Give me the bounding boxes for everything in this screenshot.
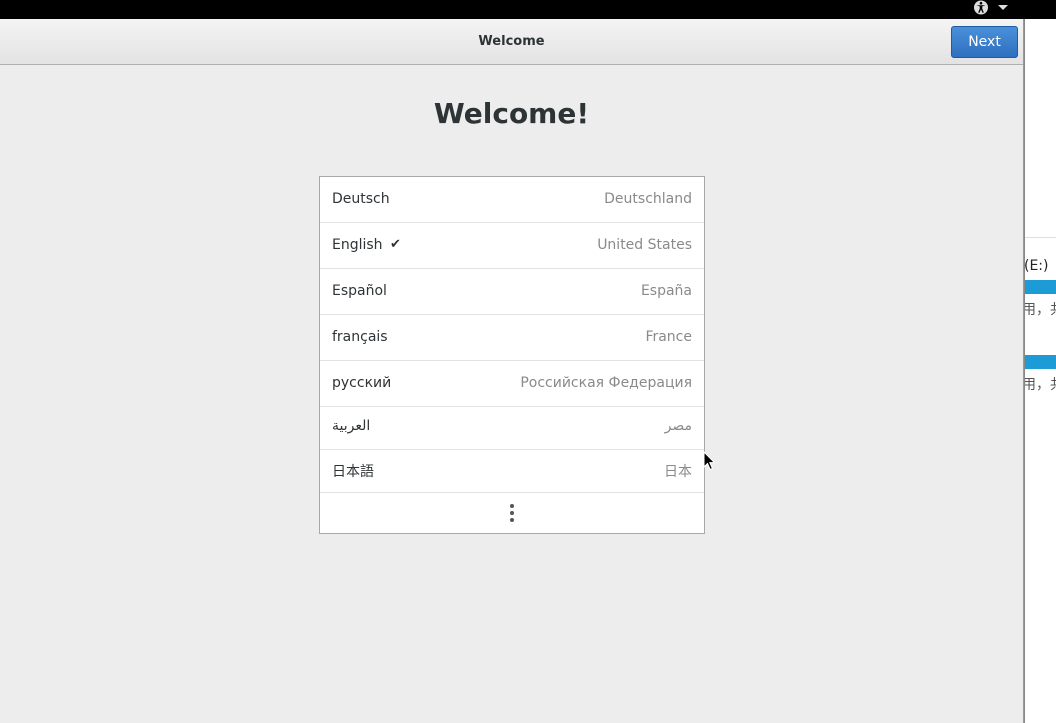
drive-usage-bar: [1025, 355, 1056, 369]
language-row-espanol[interactable]: Español España: [320, 269, 704, 315]
more-languages-button[interactable]: [320, 493, 704, 533]
mouse-pointer-icon: [703, 451, 716, 471]
language-row-russian[interactable]: русский Российская Федерация: [320, 361, 704, 407]
accessibility-icon[interactable]: [972, 0, 990, 15]
next-button[interactable]: Next: [951, 26, 1018, 58]
language-region: France: [645, 329, 692, 345]
language-list[interactable]: Deutsch Deutschland English ✔ United Sta…: [319, 176, 705, 534]
page-title: Welcome!: [433, 97, 590, 130]
header-bar: Welcome Next: [0, 19, 1023, 65]
language-name: русский: [332, 375, 392, 391]
language-row-english[interactable]: English ✔ United States: [320, 223, 704, 269]
language-region: United States: [597, 237, 692, 253]
language-row-deutsch[interactable]: Deutsch Deutschland: [320, 177, 704, 223]
top-panel: [0, 0, 1056, 19]
language-region: Российская Федерация: [520, 375, 692, 391]
background-window[interactable]: (E:) 用，共 用，共: [1024, 19, 1056, 723]
language-name: 日本語: [332, 464, 374, 480]
drive-usage-text: 用，共: [1025, 302, 1056, 318]
language-row-japanese[interactable]: 日本語 日本: [320, 450, 704, 493]
window-title: Welcome: [478, 34, 545, 49]
language-name: English: [332, 237, 383, 253]
check-icon: ✔: [390, 237, 401, 252]
language-region: مصر: [664, 418, 692, 434]
drive-usage-bar: [1025, 280, 1056, 294]
language-name: Español: [332, 283, 387, 299]
language-region: 日本: [664, 464, 692, 480]
divider: [1025, 237, 1056, 238]
welcome-window: Welcome Next Welcome! Deutsch Deutschlan…: [0, 19, 1024, 723]
drive-usage-text: 用，共: [1025, 377, 1056, 393]
language-region: Deutschland: [604, 191, 692, 207]
language-name: français: [332, 329, 388, 345]
language-region: España: [640, 283, 692, 299]
drive-label: (E:): [1024, 258, 1049, 274]
language-row-francais[interactable]: français France: [320, 315, 704, 361]
language-row-arabic[interactable]: العربية مصر: [320, 407, 704, 450]
language-name: Deutsch: [332, 191, 390, 207]
more-vertical-icon: [510, 504, 514, 522]
language-name: العربية: [332, 418, 371, 434]
triangle-down-icon[interactable]: [998, 5, 1008, 10]
